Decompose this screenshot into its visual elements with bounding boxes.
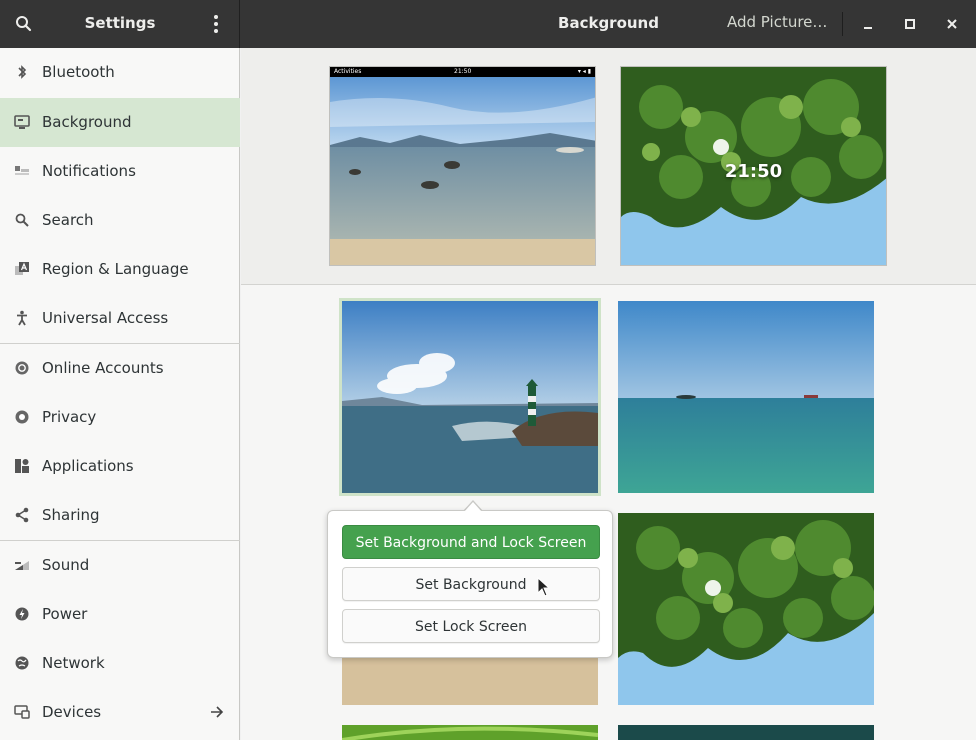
network-icon (14, 655, 30, 671)
wallpaper-tile-leaf[interactable] (342, 725, 598, 740)
header-separator (842, 12, 843, 36)
status-indicators-icon: ▾ ◂ ▮ (577, 68, 591, 75)
sidebar-item-universal-access[interactable]: Universal Access (0, 294, 240, 343)
sidebar-item-applications[interactable]: Applications (0, 442, 240, 491)
sidebar-item-search[interactable]: Search (0, 196, 240, 245)
set-background-button[interactable]: Set Background (342, 567, 600, 601)
sidebar-item-label: Bluetooth (42, 63, 115, 81)
sidebar-item-label: Network (42, 654, 105, 672)
devices-icon (14, 704, 30, 720)
set-background-and-lock-screen-button[interactable]: Set Background and Lock Screen (342, 525, 600, 559)
close-icon[interactable] (940, 12, 964, 36)
sidebar-item-label: Search (42, 211, 94, 229)
lock-screen-preview: 21:50 (620, 66, 887, 266)
lock-screen-clock: 21:50 (724, 161, 783, 182)
header-bar: Settings Background Add Picture… (0, 0, 976, 48)
preview-clock-label: 21:50 (454, 68, 472, 75)
power-icon (14, 606, 30, 622)
page-title: Background (558, 14, 659, 32)
desktop-preview-topbar: Activities 21:50 ▾ ◂ ▮ (330, 67, 595, 77)
online-accounts-icon (14, 360, 30, 376)
sidebar-item-label: Applications (42, 457, 134, 475)
set-lock-screen-button[interactable]: Set Lock Screen (342, 609, 600, 643)
sidebar-item-sharing[interactable]: Sharing (0, 491, 240, 540)
sidebar-item-privacy[interactable]: Privacy (0, 393, 240, 442)
sidebar-header: Settings (0, 0, 240, 48)
universal-access-icon (14, 310, 30, 326)
notifications-icon (14, 163, 30, 179)
sidebar-item-label: Power (42, 605, 88, 623)
preview-strip: Activities 21:50 ▾ ◂ ▮ 21:50 (241, 48, 976, 285)
sidebar-item-background[interactable]: Background (0, 98, 240, 147)
sidebar-item-power[interactable]: Power (0, 590, 240, 639)
kebab-menu-icon[interactable] (204, 12, 228, 36)
sidebar-item-bluetooth[interactable]: Bluetooth (0, 48, 240, 97)
preview-activities-label: Activities (334, 68, 362, 75)
add-picture-button[interactable]: Add Picture… (727, 13, 837, 31)
sidebar-item-label: Privacy (42, 408, 97, 426)
set-background-popover: Set Background and Lock Screen Set Backg… (327, 510, 613, 658)
region-language-icon (14, 261, 30, 277)
sidebar-item-label: Region & Language (42, 260, 189, 278)
sidebar-item-sound[interactable]: Sound (0, 541, 240, 590)
sidebar-item-label: Background (42, 113, 132, 131)
sidebar-item-region-language[interactable]: Region & Language (0, 245, 240, 294)
sidebar-item-label: Sound (42, 556, 90, 574)
bluetooth-icon (14, 64, 30, 80)
mouse-pointer-icon (537, 576, 551, 597)
sidebar-item-label: Sharing (42, 506, 100, 524)
wallpaper-tile-lighthouse[interactable] (339, 298, 601, 496)
sidebar-item-label: Devices (42, 703, 102, 721)
wallpaper-tile-ocean[interactable] (618, 301, 874, 493)
sidebar-item-label: Online Accounts (42, 359, 164, 377)
wallpaper-tile-dark-teal[interactable] (618, 725, 874, 740)
search-icon (14, 212, 30, 228)
sidebar-item-notifications[interactable]: Notifications (0, 147, 240, 196)
popover-arrow-fill (464, 502, 482, 512)
maximize-icon[interactable] (898, 12, 922, 36)
background-icon (14, 114, 30, 130)
sidebar-item-devices[interactable]: Devices (0, 688, 240, 737)
minimize-icon[interactable] (856, 12, 880, 36)
sharing-icon (14, 507, 30, 523)
wallpaper-tile-tree[interactable] (618, 513, 874, 705)
sidebar-item-network[interactable]: Network (0, 639, 240, 688)
applications-icon (14, 458, 30, 474)
sidebar: Bluetooth Background Notifications Searc… (0, 48, 240, 740)
desktop-background-preview: Activities 21:50 ▾ ◂ ▮ (329, 66, 596, 266)
arrow-right-icon (208, 704, 226, 720)
sidebar-item-label: Universal Access (42, 309, 169, 327)
sound-icon (14, 557, 30, 573)
sidebar-item-label: Notifications (42, 162, 136, 180)
privacy-icon (14, 409, 30, 425)
sidebar-item-online-accounts[interactable]: Online Accounts (0, 344, 240, 393)
